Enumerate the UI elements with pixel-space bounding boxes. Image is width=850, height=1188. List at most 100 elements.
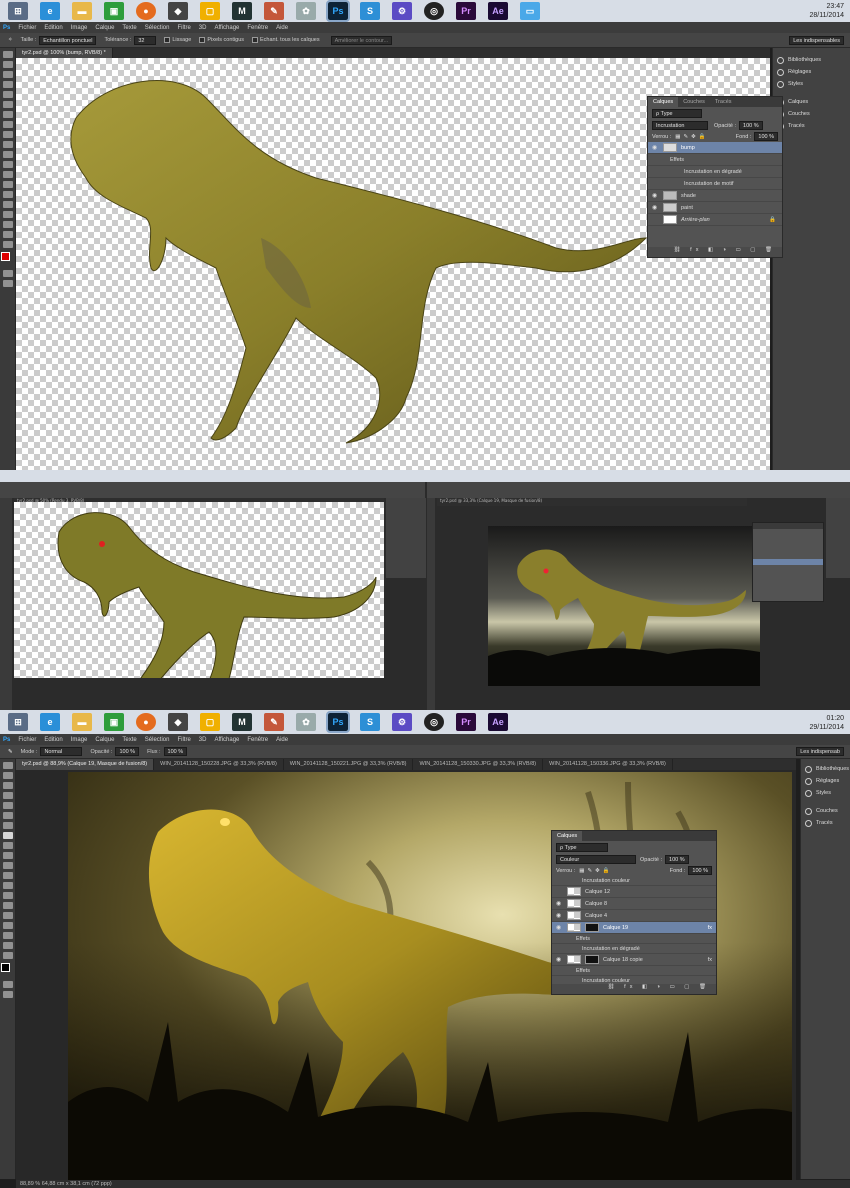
gps-icon[interactable]: ◎ [424,713,444,731]
system-clock[interactable]: 23:47 28/11/2014 [809,2,844,20]
dodge-tool-icon[interactable] [2,181,13,188]
tab-calques[interactable]: Calques [648,97,679,107]
system-clock-bottom[interactable]: 01:20 29/11/2014 [809,714,844,732]
dock-calques[interactable]: Calques [773,96,850,108]
unity-icon[interactable]: ◆ [168,713,188,731]
menu-3d[interactable]: 3D [199,25,207,31]
move-tool-icon[interactable] [2,51,13,58]
shape-tool-icon[interactable] [2,221,13,228]
zoom-tool-icon[interactable] [2,241,13,248]
type-tool-icon[interactable] [2,912,13,919]
layer-effect-pattern[interactable]: Incrustation de motif [648,178,782,190]
stamp-tool-icon[interactable] [2,842,13,849]
opacity-input[interactable]: 100 % [115,747,140,756]
eye-icon[interactable]: ◉ [652,144,659,151]
eye-icon[interactable]: ◉ [556,912,563,919]
tolerance-input[interactable]: 32 [134,35,157,45]
menu-3d[interactable]: 3D [199,737,207,743]
doc-tab-win-150336[interactable]: WIN_20141128_150336.JPG @ 33,3% (RVB/8) [543,759,673,770]
shape-tool-icon[interactable] [2,932,13,939]
brush-tool-icon[interactable] [2,121,13,128]
mode-select[interactable]: Normal [40,747,83,756]
dock-reglages[interactable]: Réglages [801,775,850,787]
settings-icon[interactable]: ⚙ [392,713,412,731]
taille-select[interactable]: Echantillon ponctuel [39,35,97,45]
menu-filtre[interactable]: Filtre [177,25,190,31]
store-icon[interactable]: ▣ [104,713,124,731]
doc-tab-win-150228[interactable]: WIN_20141128_150228.JPG @ 33,3% (RVB/8) [154,759,284,770]
doc-tab-tyr2[interactable]: tyr2.psd @ 88,9% (Calque 19, Masque de f… [16,759,155,770]
sourcetree-icon[interactable]: S [360,2,380,20]
firefox-icon[interactable]: ● [136,2,156,20]
layer-row-calque18-copie[interactable]: ◉ Calque 18 copie fx [552,954,716,966]
hand-tool-icon[interactable] [2,231,13,238]
menu-fenetre[interactable]: Fenêtre [247,737,268,743]
layer-row-background[interactable]: Arrière-plan 🔒 [648,214,782,226]
fx-icon[interactable]: fx [708,925,712,931]
opacity-input[interactable]: 100 % [739,121,763,130]
eye-icon[interactable]: ◉ [556,900,563,907]
dock-traces[interactable]: Tracés [773,120,850,132]
layer-filter-select[interactable]: ρ Type [652,109,702,118]
folder-icon[interactable]: ▢ [200,713,220,731]
crop-tool-icon[interactable] [2,91,13,98]
blur-tool-icon[interactable] [2,882,13,889]
dodge-tool-icon[interactable] [2,892,13,899]
layer-row-calque8[interactable]: ◉ Calque 8 [552,898,716,910]
layer-mask-thumb[interactable] [585,923,599,932]
healing-tool-icon[interactable] [2,822,13,829]
premiere-icon[interactable]: Pr [456,2,476,20]
menu-filtre[interactable]: Filtre [177,737,190,743]
layer-row-shade[interactable]: ◉ shade [648,190,782,202]
menu-aide[interactable]: Aide [276,737,288,743]
hand-tool-icon[interactable] [2,942,13,949]
menu-affichage[interactable]: Affichage [214,737,239,743]
zbrush-icon[interactable]: ✿ [296,2,316,20]
pencil-icon[interactable]: ✎ [264,2,284,20]
magic-wand-tool-icon[interactable] [2,792,13,799]
menu-calque[interactable]: Calque [95,25,114,31]
layer-row-calque12[interactable]: Calque 12 [552,886,716,898]
layer-effect-color[interactable]: Incrustation couleur [552,876,716,886]
menu-texte[interactable]: Texte [122,25,136,31]
blend-mode-select[interactable]: Incrustation [652,121,708,130]
marquee-tool-icon[interactable] [2,772,13,779]
layer-mask-thumb[interactable] [585,955,599,964]
dock-bibliotheques[interactable]: Bibliothèques [801,763,850,775]
type-tool-icon[interactable] [2,201,13,208]
explorer-icon[interactable]: ▬ [72,2,92,20]
explorer-icon[interactable]: ▬ [72,713,92,731]
store-icon[interactable]: ▣ [104,2,124,20]
ameliorer-button[interactable]: Améliorer le contour... [330,35,393,45]
opacity-input[interactable]: 100 % [665,855,689,864]
aftereffects-icon[interactable]: Ae [488,713,508,731]
dock-styles[interactable]: Styles [801,787,850,799]
ie-icon[interactable]: e [40,713,60,731]
gps-icon[interactable]: ◎ [424,2,444,20]
pen-tool-icon[interactable] [2,191,13,198]
layer-row-calque19[interactable]: ◉ Calque 19 fx [552,922,716,934]
maya-icon[interactable]: M [232,2,252,20]
dock-reglages[interactable]: Réglages [773,66,850,78]
history-brush-icon[interactable] [2,141,13,148]
lock-icons[interactable]: ▦✎✥🔒 [675,134,708,140]
doc-tab-win-150330[interactable]: WIN_20141128_150330.JPG @ 33,3% (RVB/8) [413,759,544,770]
path-select-icon[interactable] [2,922,13,929]
menu-edition[interactable]: Edition [44,25,62,31]
screen-mode-icon[interactable] [2,991,13,998]
fill-input[interactable]: 100 % [688,866,712,875]
aftereffects-icon[interactable]: Ae [488,2,508,20]
zoom-tool-icon[interactable] [2,952,13,959]
layer-row-bump[interactable]: ◉ bump [648,142,782,154]
dock-styles[interactable]: Styles [773,78,850,90]
windows-icon[interactable]: ⊞ [8,713,28,731]
quickmask-icon[interactable] [2,270,13,277]
stamp-tool-icon[interactable] [2,131,13,138]
pixels-checkbox[interactable] [199,37,206,43]
blur-tool-icon[interactable] [2,171,13,178]
maya-icon[interactable]: M [232,713,252,731]
quickmask-icon[interactable] [2,981,13,988]
eye-icon[interactable]: ◉ [652,204,659,211]
blend-mode-select[interactable]: Couleur [556,855,636,864]
history-brush-icon[interactable] [2,852,13,859]
